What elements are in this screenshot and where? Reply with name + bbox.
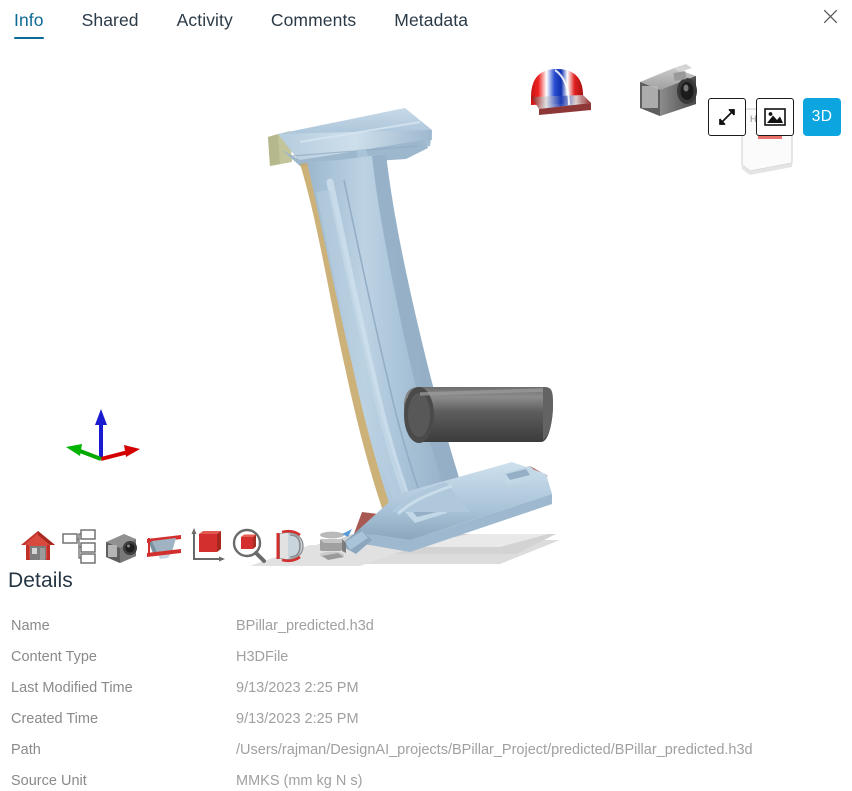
details-row: Content Type H3DFile: [0, 649, 852, 680]
details-row: Name BPillar_predicted.h3d: [0, 618, 852, 649]
details-value: BPillar_predicted.h3d: [236, 618, 374, 634]
details-label: Name: [11, 618, 50, 634]
expand-button[interactable]: [708, 98, 746, 136]
camera-capture-icon[interactable]: [102, 526, 142, 566]
view-3d-label: 3D: [811, 108, 833, 125]
tab-info[interactable]: Info: [14, 8, 44, 39]
details-value: MMKS (mm kg N s): [236, 773, 363, 789]
viewer-floating-icons: [515, 60, 715, 130]
viewer-toolbar: [18, 526, 358, 567]
camera-icon[interactable]: [630, 60, 702, 122]
details-row: Created Time 9/13/2023 2:25 PM: [0, 711, 852, 742]
details-label: Created Time: [11, 711, 99, 727]
details-row: Last Modified Time 9/13/2023 2:25 PM: [0, 680, 852, 711]
expand-arrows-icon: [719, 109, 735, 125]
model-impactor-cylinder: [404, 387, 553, 443]
contour-plot-icon[interactable]: [525, 63, 595, 118]
view-2d-3d-icon[interactable]: [270, 526, 310, 566]
details-title: Details: [8, 569, 73, 592]
details-value: 9/13/2023 2:25 PM: [236, 680, 359, 696]
tab-comments[interactable]: Comments: [271, 8, 356, 39]
tab-bar: Info Shared Activity Comments Metadata: [0, 0, 852, 48]
details-value: /Users/rajman/DesignAI_projects/BPillar_…: [236, 742, 753, 758]
close-button[interactable]: [814, 1, 846, 31]
model-viewer[interactable]: H3D 3D: [0, 42, 852, 567]
image-button[interactable]: [756, 98, 794, 136]
details-row: Path/Users/rajman/DesignAI_projects/BPil…: [0, 742, 852, 773]
axis-box-icon[interactable]: [186, 526, 226, 566]
model-tree-icon[interactable]: [60, 526, 100, 566]
details-label: Content Type: [11, 649, 97, 665]
tab-activity[interactable]: Activity: [177, 8, 233, 39]
animation-icon[interactable]: [312, 526, 352, 566]
zoom-magnifier-icon[interactable]: [228, 526, 268, 566]
axis-triad: [66, 409, 140, 461]
home-view-icon[interactable]: [18, 526, 58, 566]
details-label: Source Unit: [11, 773, 87, 789]
tab-shared[interactable]: Shared: [82, 8, 139, 39]
details-label: Last Modified Time: [11, 680, 133, 696]
tab-metadata[interactable]: Metadata: [394, 8, 468, 39]
tab-list: Info Shared Activity Comments Metadata: [14, 8, 506, 39]
details-value: 9/13/2023 2:25 PM: [236, 711, 359, 727]
info-panel: Info Shared Activity Comments Metadata 3…: [0, 0, 852, 791]
section-cut-icon[interactable]: [144, 526, 184, 566]
view-3d-button[interactable]: 3D: [803, 98, 841, 136]
model-pillar-body: [307, 154, 470, 516]
details-row: Source Unit MMKS (mm kg N s): [0, 773, 852, 791]
image-icon: [764, 108, 786, 126]
details-section: Details Name BPillar_predicted.h3d Content…: [0, 566, 852, 791]
details-label: Path: [11, 742, 41, 758]
details-value: H3DFile: [236, 649, 289, 665]
close-icon: [823, 9, 837, 23]
